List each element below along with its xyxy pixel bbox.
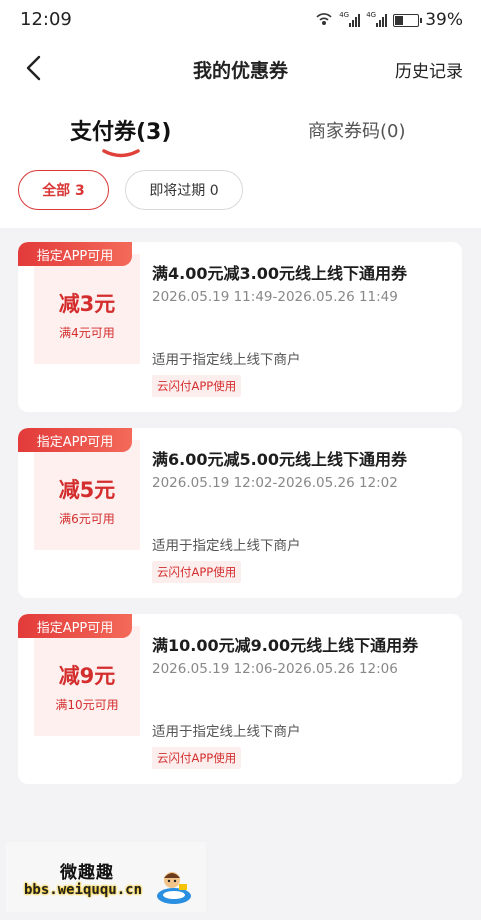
header-area: 12:09 4G 4G 39% 我的优惠券 历史记录 支付券(3) 商家券码(0… [0, 0, 481, 228]
coupon-amount: 减5元 [58, 477, 116, 502]
app-only-tag: 指定APP可用 [18, 428, 132, 452]
battery-percent: 39% [425, 10, 463, 30]
coupon-card[interactable]: 指定APP可用 减3元 满4元可用 满4.00元减3.00元线上线下通用券 20… [18, 242, 462, 412]
chevron-left-icon [26, 55, 41, 81]
filter-all-chip[interactable]: 全部 3 [18, 170, 109, 210]
coupon-title: 满10.00元减9.00元线上线下通用券 [152, 636, 419, 655]
battery-icon [393, 13, 423, 27]
tab-label: 商家券码(0) [308, 121, 406, 142]
coupon-amount: 减3元 [58, 291, 116, 316]
filter-expiring-chip[interactable]: 即将过期 0 [125, 170, 243, 210]
signal-icon: 4G [339, 11, 361, 27]
app-only-tag: 指定APP可用 [18, 614, 132, 638]
coupon-card[interactable]: 指定APP可用 减9元 满10元可用 满10.00元减9.00元线上线下通用券 … [18, 614, 462, 784]
coupon-validity: 2026.05.19 12:06-2026.05.26 12:06 [152, 661, 398, 677]
coupon-validity: 2026.05.19 12:02-2026.05.26 12:02 [152, 475, 398, 491]
navigation-bar: 我的优惠券 历史记录 [0, 46, 481, 90]
coupon-condition: 满10元可用 [55, 697, 119, 712]
coupon-condition: 满4元可用 [59, 325, 115, 340]
coupon-app-badge: 云闪付APP使用 [152, 561, 242, 583]
watermark-title: 微趣趣 [60, 863, 114, 883]
history-button[interactable]: 历史记录 [395, 57, 463, 82]
tab-merchant-codes[interactable]: 商家券码(0) [308, 117, 406, 143]
signal-icon: 4G [366, 11, 388, 27]
watermark-url: bbs.weiququ.cn [24, 882, 143, 898]
coupon-app-badge: 云闪付APP使用 [152, 747, 242, 769]
active-tab-indicator [101, 149, 140, 158]
coupon-title: 满4.00元减3.00元线上线下通用券 [152, 264, 407, 283]
coupon-validity: 2026.05.19 11:49-2026.05.26 11:49 [152, 289, 398, 305]
coupon-card[interactable]: 指定APP可用 减5元 满6元可用 满6.00元减5.00元线上线下通用券 20… [18, 428, 462, 598]
coupon-tabs: 支付券(3) 商家券码(0) [0, 110, 481, 158]
coupon-value-panel: 减3元 满4元可用 [34, 254, 140, 364]
hotspot-icon [316, 13, 332, 25]
watermark: 微趣趣 bbs.weiququ.cn [6, 842, 206, 912]
coupon-scope: 适用于指定线上线下商户 [152, 724, 301, 740]
status-bar: 12:09 4G 4G 39% [0, 0, 481, 40]
coupon-list: 指定APP可用 减3元 满4元可用 满4.00元减3.00元线上线下通用券 20… [18, 242, 462, 800]
coupon-value-panel: 减5元 满6元可用 [34, 440, 140, 550]
status-icons: 4G 4G 39% [315, 10, 463, 30]
network-type-label: 4G [339, 11, 350, 19]
mascot-logo-icon [157, 872, 191, 904]
coupon-title: 满6.00元减5.00元线上线下通用券 [152, 450, 407, 469]
network-type-label: 4G [366, 11, 377, 19]
app-only-tag: 指定APP可用 [18, 242, 132, 266]
coupon-amount: 减9元 [58, 663, 116, 688]
back-button[interactable] [18, 52, 50, 84]
coupon-value-panel: 减9元 满10元可用 [34, 626, 140, 736]
filter-chips: 全部 3 即将过期 0 [18, 170, 243, 210]
status-time: 12:09 [20, 9, 72, 30]
tab-label: 支付券(3) [70, 120, 172, 145]
coupon-condition: 满6元可用 [59, 511, 115, 526]
tab-payment-coupons[interactable]: 支付券(3) [70, 114, 171, 158]
coupon-app-badge: 云闪付APP使用 [152, 375, 242, 397]
coupon-scope: 适用于指定线上线下商户 [152, 352, 301, 368]
coupon-scope: 适用于指定线上线下商户 [152, 538, 301, 554]
